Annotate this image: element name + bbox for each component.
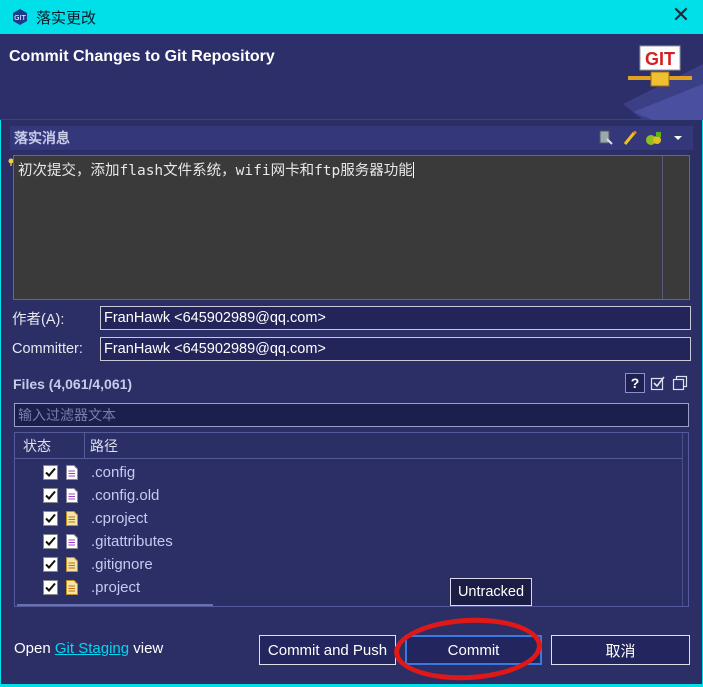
horizontal-scrollbar[interactable] — [17, 604, 213, 606]
file-path: .gitignore — [91, 556, 153, 573]
commit-button[interactable]: Commit — [405, 635, 542, 665]
commit-message-input[interactable]: 初次提交，添加flash文件系统，wifi网卡和ftp服务器功能 — [13, 155, 690, 300]
files-toolbar: ? — [625, 373, 689, 393]
file-path: .config.old — [91, 487, 160, 504]
vertical-scrollbar[interactable] — [682, 433, 688, 606]
text-file-icon — [66, 488, 78, 503]
dialog-banner: Commit Changes to Git Repository GIT — [0, 34, 703, 120]
svg-text:GIT: GIT — [14, 14, 26, 22]
git-staging-link[interactable]: Git Staging — [55, 640, 129, 657]
add-change-id-icon[interactable] — [645, 129, 663, 147]
git-logo-icon: GIT — [623, 45, 703, 120]
file-path: .config — [91, 464, 136, 481]
table-header: 状态 路径 — [15, 433, 683, 459]
file-row[interactable]: .gitattributes — [15, 530, 675, 553]
file-checkbox[interactable] — [43, 465, 58, 480]
chevron-down-icon[interactable] — [669, 129, 687, 147]
cancel-button[interactable]: 取消 — [551, 635, 690, 665]
file-checkbox[interactable] — [43, 580, 58, 595]
committer-field[interactable]: FranHawk <645902989@qq.com> — [100, 337, 691, 361]
file-path: .gitattributes — [91, 533, 173, 550]
commit-message-header: 落实消息 — [10, 126, 693, 150]
file-checkbox[interactable] — [43, 488, 58, 503]
file-checkbox[interactable] — [43, 511, 58, 526]
commit-message-toolbar — [597, 129, 687, 147]
file-row[interactable]: .gitignore — [15, 553, 675, 576]
column-header-path[interactable]: 路径 — [85, 436, 118, 456]
checkmark-icon — [45, 467, 56, 477]
author-field[interactable]: FranHawk <645902989@qq.com> — [100, 306, 691, 330]
filter-input[interactable]: 输入过滤器文本 — [14, 403, 689, 427]
committer-label: Committer: — [12, 341, 83, 357]
deselect-all-icon[interactable] — [671, 374, 689, 392]
file-checkbox[interactable] — [43, 534, 58, 549]
file-row[interactable]: .config.old — [15, 484, 675, 507]
column-header-status[interactable]: 状态 — [15, 433, 85, 459]
text-caret — [412, 162, 414, 178]
untracked-file-icon — [66, 557, 78, 572]
text-file-icon — [66, 534, 78, 549]
checkmark-icon — [45, 582, 56, 592]
checkmark-icon — [45, 559, 56, 569]
files-table: 状态 路径 .config .config.old .cproject .gitatt… — [14, 432, 689, 607]
file-row[interactable]: .config — [15, 461, 675, 484]
margin-guide — [662, 156, 663, 299]
file-row[interactable]: .project — [15, 576, 675, 599]
dialog-heading: Commit Changes to Git Repository — [9, 48, 275, 65]
text-file-icon — [66, 465, 78, 480]
files-label: Files (4,061/4,061) — [13, 376, 133, 392]
open-staging-text: Open Git Staging view — [14, 640, 163, 657]
checkmark-icon — [45, 490, 56, 500]
checkmark-icon — [45, 536, 56, 546]
window-border-left — [0, 34, 1, 687]
file-checkbox[interactable] — [43, 557, 58, 572]
commit-message-text[interactable]: 初次提交，添加flash文件系统，wifi网卡和ftp服务器功能 — [18, 159, 414, 180]
commit-message-label: 落实消息 — [14, 130, 70, 146]
footer-prefix: Open — [14, 640, 55, 657]
title-bar: GIT 落实更改 ✕ — [0, 0, 703, 34]
close-icon[interactable]: ✕ — [671, 5, 691, 27]
files-header: Files (4,061/4,061) ? — [10, 372, 693, 396]
untracked-tooltip: Untracked — [450, 578, 532, 606]
file-path: .project — [91, 579, 141, 596]
author-label: 作者(A): — [12, 311, 65, 328]
file-path: .cproject — [91, 510, 148, 527]
sign-off-icon[interactable] — [597, 129, 615, 147]
git-logo-text: GIT — [645, 49, 675, 69]
author-row: 作者(A): — [12, 306, 64, 330]
eclipse-git-icon: GIT — [10, 7, 30, 27]
committer-row: Committer: — [12, 337, 83, 361]
select-all-icon[interactable] — [649, 374, 667, 392]
file-row[interactable]: .cproject — [15, 507, 675, 530]
help-button[interactable]: ? — [625, 373, 645, 393]
window-title: 落实更改 — [36, 8, 97, 27]
untracked-file-icon — [66, 511, 78, 526]
amend-icon[interactable] — [621, 129, 639, 147]
checkmark-icon — [45, 513, 56, 523]
commit-and-push-button[interactable]: Commit and Push — [259, 635, 396, 665]
footer-suffix: view — [129, 640, 164, 657]
untracked-file-icon — [66, 580, 78, 595]
